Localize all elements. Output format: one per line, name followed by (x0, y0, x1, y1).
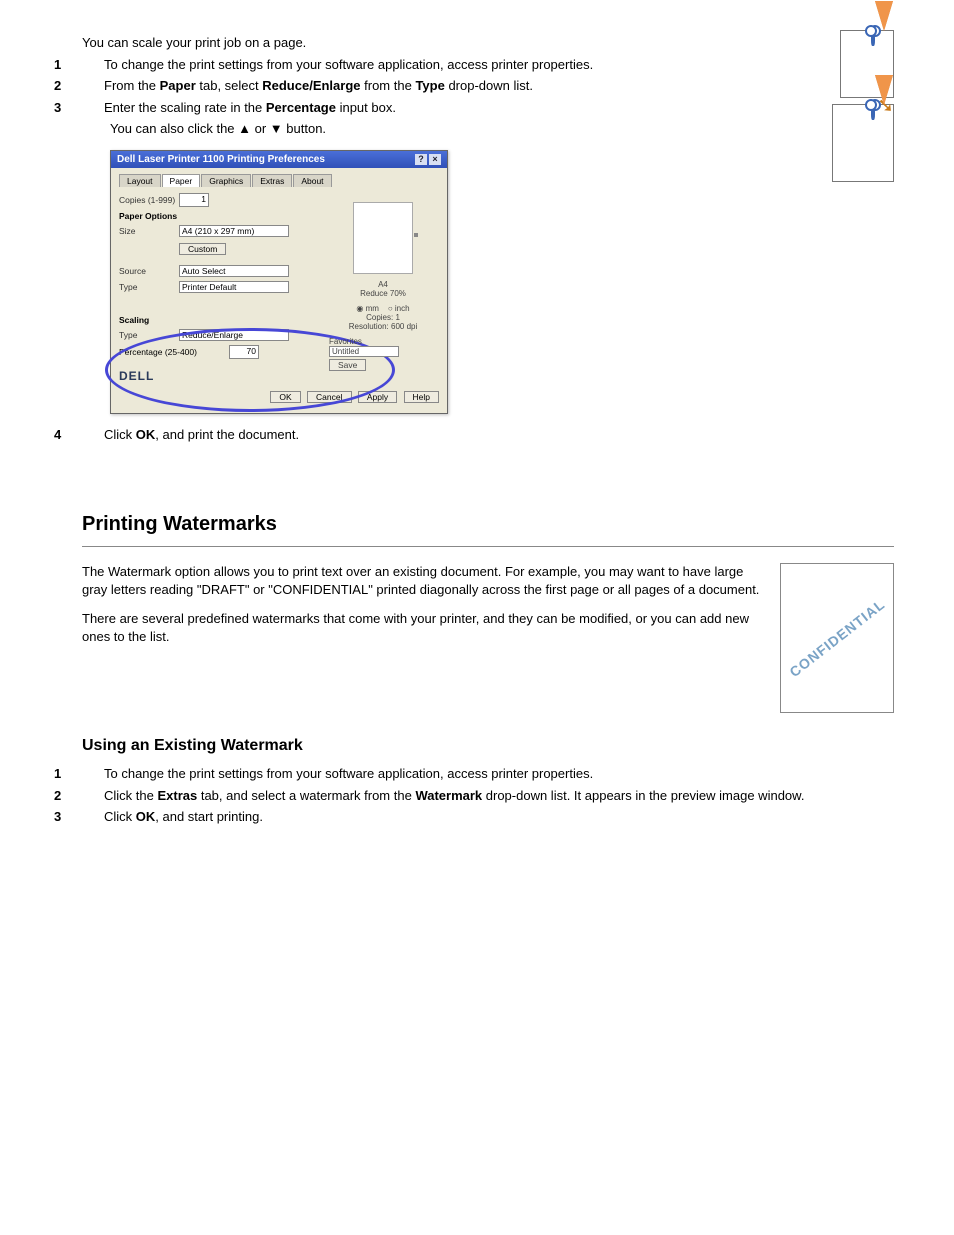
tab-paper[interactable]: Paper (162, 174, 201, 187)
close-icon[interactable]: × (429, 154, 441, 165)
paper-type-select[interactable]: Printer Default (179, 281, 289, 293)
favorites-label: Favorites (329, 337, 437, 346)
wm-step-2: 2Click the Extras tab, and select a wate… (110, 787, 894, 805)
wm-step-1: 1To change the print settings from your … (110, 765, 894, 783)
reduce-enlarge-illustration: ➘ (808, 30, 894, 182)
preview-size: A4 (329, 280, 437, 289)
apply-button[interactable]: Apply (358, 391, 397, 403)
intro-paragraph: You can scale your print job on a page. (82, 34, 894, 52)
percentage-input[interactable]: 70 (229, 345, 259, 359)
copies-label: Copies (1-999) (119, 195, 179, 205)
wm-step-3: 3Click OK, and start printing. (110, 808, 894, 826)
existing-watermark-heading: Using an Existing Watermark (82, 737, 894, 755)
help-icon[interactable]: ? (415, 154, 427, 165)
scaling-type-label: Type (119, 330, 179, 340)
scaling-type-select[interactable]: Reduce/Enlarge (179, 329, 289, 341)
dialog-button-row: OK Cancel Apply Help (119, 389, 439, 405)
ok-button[interactable]: OK (270, 391, 300, 403)
unit-mm[interactable]: ◉ mm (356, 304, 379, 313)
dialog-titlebar: Dell Laser Printer 1100 Printing Prefere… (111, 151, 447, 168)
watermark-thumbnail: CONFIDENTIAL (780, 563, 894, 713)
dialog-tabs: Layout Paper Graphics Extras About (119, 174, 439, 187)
custom-size-button[interactable]: Custom (179, 243, 226, 255)
watermark-text: CONFIDENTIAL (786, 596, 887, 680)
step-2: 2From the Paper tab, select Reduce/Enlar… (110, 77, 894, 95)
dialog-title-text: Dell Laser Printer 1100 Printing Prefere… (117, 154, 325, 165)
step-1: 1To change the print settings from your … (110, 56, 894, 74)
copies-input[interactable]: 1 (179, 193, 209, 207)
watermark-paragraph-2: There are several predefined watermarks … (82, 610, 894, 645)
step-3: 3Enter the scaling rate in the Percentag… (110, 99, 894, 117)
preview-pane: A4 Reduce 70% ◉ mm ○ inch Copies: 1 Reso… (329, 202, 437, 373)
help-button[interactable]: Help (404, 391, 439, 403)
percentage-label: Percentage (25-400) (119, 347, 229, 357)
preview-copies-info: Copies: 1 (329, 313, 437, 322)
printing-preferences-dialog: Dell Laser Printer 1100 Printing Prefere… (110, 150, 448, 414)
favorites-select[interactable]: Untitled (329, 346, 399, 357)
paper-type-label: Type (119, 282, 179, 292)
section-divider (82, 546, 894, 547)
after-thumb (832, 104, 894, 182)
window-buttons: ?× (413, 154, 441, 165)
source-label: Source (119, 266, 179, 276)
tab-about[interactable]: About (293, 174, 331, 187)
step-4: 4Click OK, and print the document. (110, 426, 894, 444)
watermark-paragraph-1: The Watermark option allows you to print… (82, 563, 894, 598)
watermarks-heading: Printing Watermarks (82, 513, 894, 536)
preview-res-info: Resolution: 600 dpi (329, 322, 437, 331)
cancel-button[interactable]: Cancel (307, 391, 351, 403)
tab-graphics[interactable]: Graphics (201, 174, 251, 187)
paper-options-header: Paper Options (119, 211, 177, 221)
favorites-save-button[interactable]: Save (329, 359, 366, 371)
size-label: Size (119, 226, 179, 236)
unit-inch[interactable]: ○ inch (388, 304, 410, 313)
preview-scale: Reduce 70% (329, 289, 437, 298)
size-select[interactable]: A4 (210 x 297 mm) (179, 225, 289, 237)
preview-page (353, 202, 413, 274)
tab-layout[interactable]: Layout (119, 174, 161, 187)
source-select[interactable]: Auto Select (179, 265, 289, 277)
step-3-sub: You can also click the ▲ or ▼ button. (110, 120, 894, 138)
scaling-header: Scaling (119, 315, 149, 325)
tab-extras[interactable]: Extras (252, 174, 292, 187)
